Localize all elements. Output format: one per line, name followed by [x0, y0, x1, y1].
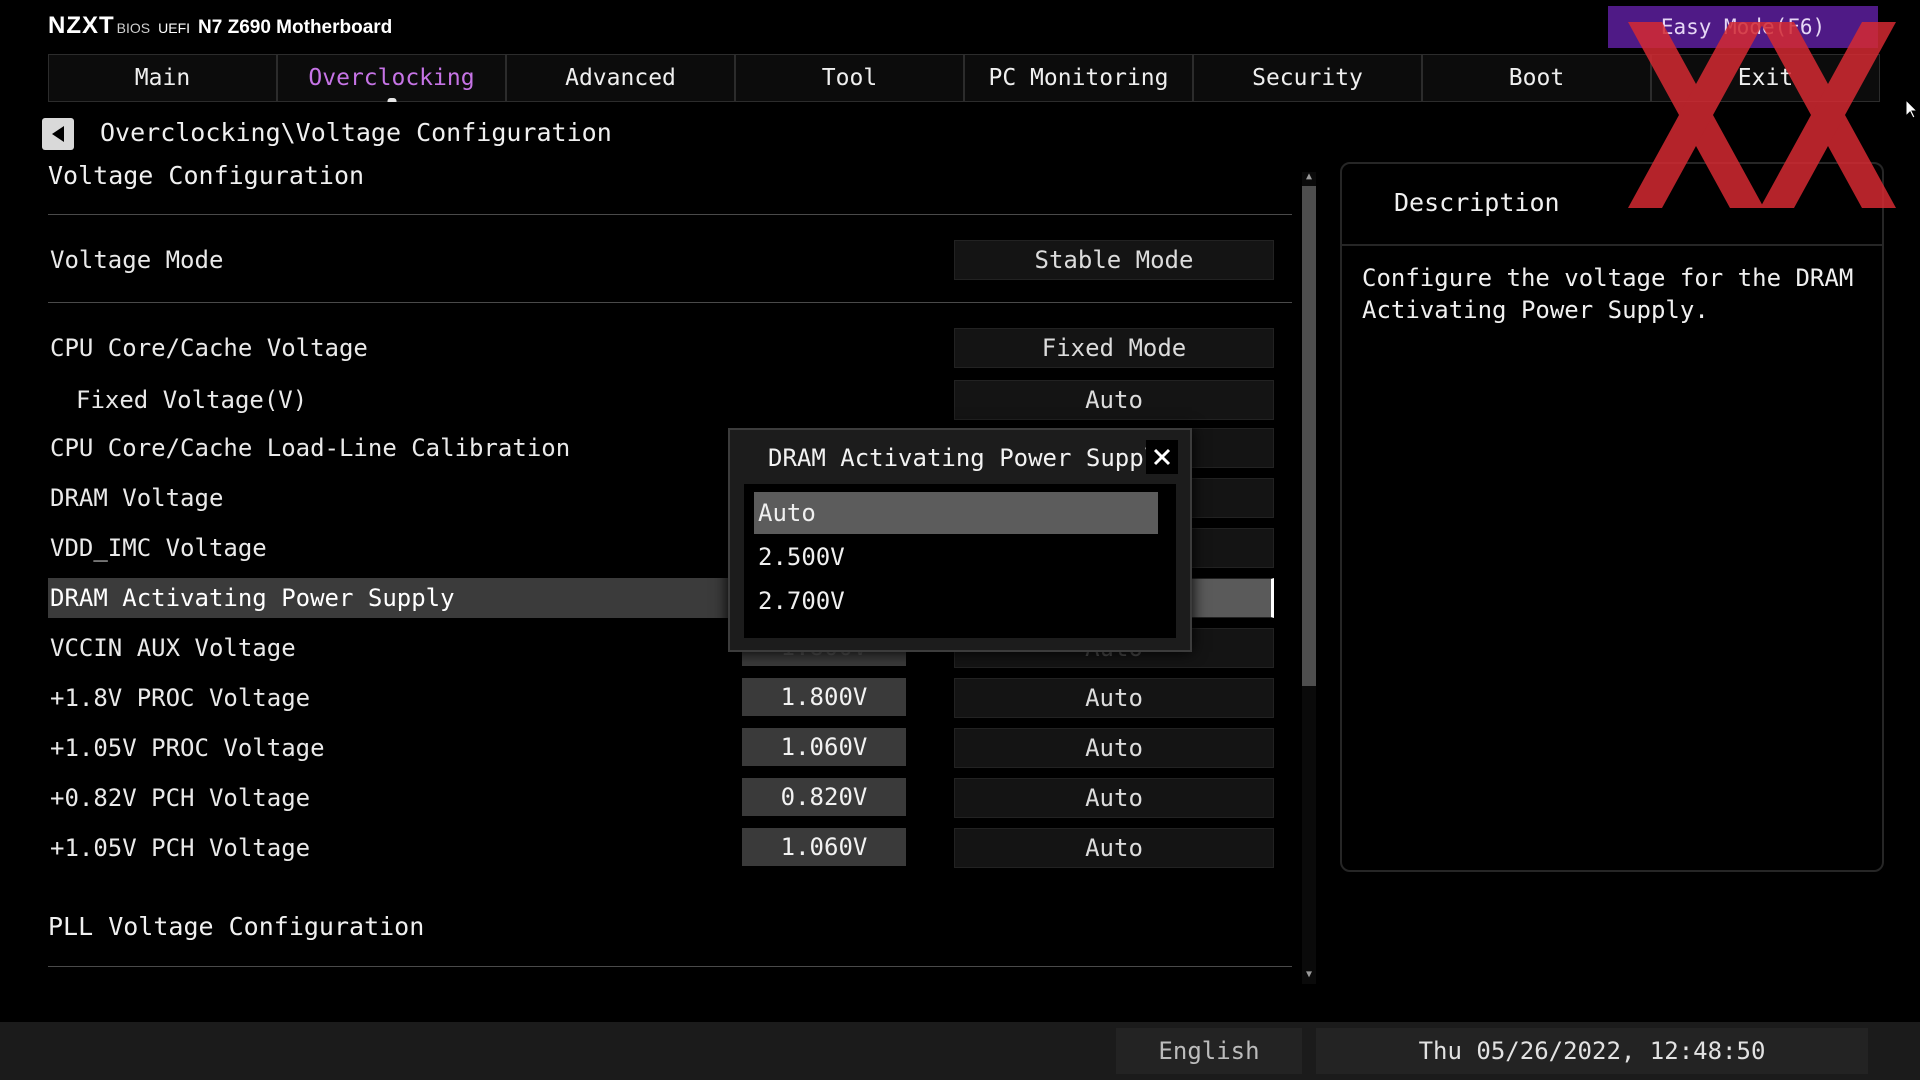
option-2-700v[interactable]: 2.700V	[754, 580, 1158, 622]
setting-label: +1.05V PROC Voltage	[50, 734, 325, 762]
setting-label: DRAM Voltage	[50, 484, 224, 512]
scrollbar-thumb[interactable]	[1302, 186, 1316, 686]
option-list: Auto 2.500V 2.700V	[744, 484, 1176, 638]
setting-value[interactable]: Fixed Mode	[954, 328, 1274, 368]
breadcrumb: Overclocking\Voltage Configuration	[100, 118, 612, 147]
setting-row-fixed-voltage[interactable]: Fixed Voltage(V) Auto	[48, 380, 1292, 420]
setting-label: VDD_IMC Voltage	[50, 534, 267, 562]
back-arrow-icon	[52, 126, 64, 142]
setting-label: CPU Core/Cache Voltage	[50, 334, 368, 362]
tab-overclocking[interactable]: Overclocking	[277, 54, 506, 102]
dram-power-supply-dialog: DRAM Activating Power Supply Auto 2.500V…	[728, 428, 1192, 652]
pll-voltage-configuration-link[interactable]: PLL Voltage Configuration	[48, 912, 424, 941]
voltage-reading: 1.800V	[742, 678, 906, 716]
tab-main[interactable]: Main	[48, 54, 277, 102]
tab-boot[interactable]: Boot	[1422, 54, 1651, 102]
language-selector[interactable]: English	[1116, 1028, 1302, 1074]
setting-row-1-05v-proc-voltage[interactable]: +1.05V PROC Voltage 1.060V Auto	[48, 728, 1292, 768]
description-text: Configure the voltage for the DRAM Activ…	[1362, 264, 1854, 324]
option-2-500v[interactable]: 2.500V	[754, 536, 1158, 578]
tab-tool[interactable]: Tool	[735, 54, 964, 102]
description-title: Description	[1394, 188, 1560, 217]
setting-row-1-8v-proc-voltage[interactable]: +1.8V PROC Voltage 1.800V Auto	[48, 678, 1292, 718]
brand-header: NZXT BIOS UEFI N7 Z690 Motherboard	[48, 12, 392, 40]
setting-label: Fixed Voltage(V)	[76, 386, 308, 414]
dialog-close-button[interactable]	[1146, 440, 1178, 474]
voltage-mode-value[interactable]: Stable Mode	[954, 240, 1274, 280]
setting-row-cpu-core-cache-voltage[interactable]: CPU Core/Cache Voltage Fixed Mode	[48, 328, 1292, 368]
setting-label: +1.8V PROC Voltage	[50, 684, 311, 712]
scroll-up-arrow-icon[interactable]: ▲	[1303, 172, 1315, 182]
voltage-reading: 1.060V	[742, 728, 906, 766]
divider	[48, 966, 1292, 967]
setting-label: Voltage Mode	[50, 246, 224, 274]
mouse-pointer-icon	[1906, 100, 1918, 118]
scroll-down-arrow-icon[interactable]: ▼	[1303, 970, 1315, 980]
setting-label: CPU Core/Cache Load-Line Calibration	[50, 434, 571, 462]
close-icon	[1153, 448, 1171, 466]
setting-value[interactable]: Auto	[954, 778, 1274, 818]
option-auto[interactable]: Auto	[754, 492, 1158, 534]
setting-value[interactable]: Auto	[954, 678, 1274, 718]
divider	[48, 302, 1292, 303]
setting-value[interactable]: Auto	[954, 728, 1274, 768]
divider	[48, 214, 1292, 215]
setting-row-1-05v-pch-voltage[interactable]: +1.05V PCH Voltage 1.060V Auto	[48, 828, 1292, 868]
tab-security[interactable]: Security	[1193, 54, 1422, 102]
tab-pc-monitoring[interactable]: PC Monitoring	[964, 54, 1193, 102]
main-tab-bar: Main Overclocking Advanced Tool PC Monit…	[48, 54, 1880, 102]
tab-advanced[interactable]: Advanced	[506, 54, 735, 102]
nzxt-logo: NZXT	[48, 12, 115, 39]
description-panel: Description Configure the voltage for th…	[1340, 162, 1884, 872]
setting-row-voltage-mode[interactable]: Voltage Mode Stable Mode	[48, 240, 1292, 280]
voltage-reading: 0.820V	[742, 778, 906, 816]
uefi-label: UEFI	[158, 20, 191, 36]
setting-label: +1.05V PCH Voltage	[50, 834, 311, 862]
bios-label: BIOS	[116, 20, 151, 36]
setting-label: DRAM Activating Power Supply	[50, 584, 455, 612]
setting-label: VCCIN AUX Voltage	[50, 634, 296, 662]
setting-value[interactable]: Auto	[954, 828, 1274, 868]
setting-value[interactable]: Auto	[954, 380, 1274, 420]
page-title: Voltage Configuration	[48, 161, 365, 190]
setting-row-0-82v-pch-voltage[interactable]: +0.82V PCH Voltage 0.820V Auto	[48, 778, 1292, 818]
dialog-title: DRAM Activating Power Supply	[768, 444, 1173, 472]
motherboard-model: N7 Z690 Motherboard	[198, 17, 393, 38]
voltage-reading: 1.060V	[742, 828, 906, 866]
xx-watermark-logo	[1628, 22, 1896, 208]
setting-label: +0.82V PCH Voltage	[50, 784, 311, 812]
back-button[interactable]	[42, 118, 74, 150]
date-time: Thu 05/26/2022, 12:48:50	[1316, 1028, 1868, 1074]
